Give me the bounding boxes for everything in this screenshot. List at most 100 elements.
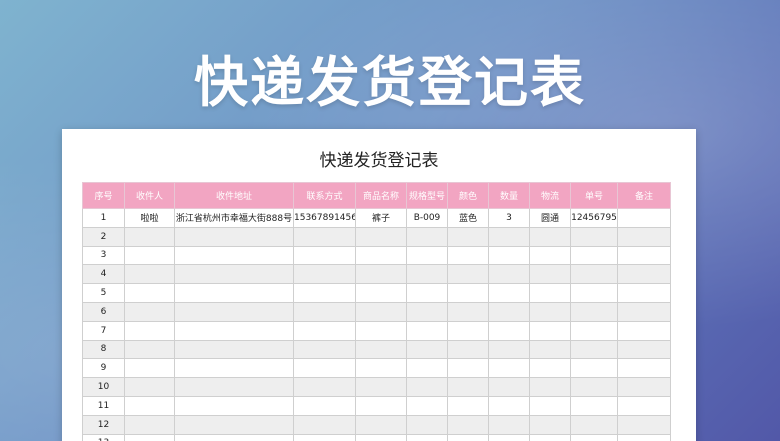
table-cell[interactable]: 9 <box>82 358 125 379</box>
table-cell[interactable] <box>355 301 407 322</box>
table-cell[interactable] <box>488 377 530 397</box>
table-cell[interactable] <box>293 433 356 441</box>
table-cell[interactable] <box>488 358 530 379</box>
table-cell[interactable] <box>406 226 448 247</box>
table-cell[interactable] <box>406 320 448 341</box>
table-cell[interactable] <box>529 377 571 397</box>
table-cell[interactable] <box>570 320 618 341</box>
table-cell[interactable] <box>355 320 407 341</box>
table-cell[interactable]: 11 <box>82 395 125 416</box>
table-cell[interactable] <box>617 301 671 322</box>
table-cell[interactable] <box>447 395 489 416</box>
table-cell[interactable] <box>529 358 571 379</box>
table-cell[interactable]: 2 <box>82 226 125 247</box>
table-cell[interactable] <box>447 377 489 397</box>
table-cell[interactable] <box>174 395 294 416</box>
table-cell[interactable] <box>570 395 618 416</box>
table-cell[interactable] <box>293 395 356 416</box>
table-cell[interactable]: 圆通 <box>529 208 571 228</box>
table-cell[interactable] <box>570 226 618 247</box>
table-cell[interactable] <box>570 264 618 285</box>
table-cell[interactable] <box>488 414 530 435</box>
table-cell[interactable] <box>488 226 530 247</box>
table-cell[interactable] <box>355 339 407 360</box>
table-cell[interactable]: B-009 <box>406 208 448 228</box>
table-cell[interactable] <box>488 264 530 285</box>
table-cell[interactable]: 15367891456 <box>293 208 356 228</box>
table-cell[interactable] <box>355 358 407 379</box>
table-cell[interactable] <box>570 245 618 266</box>
table-cell[interactable] <box>355 377 407 397</box>
table-cell[interactable] <box>570 301 618 322</box>
table-cell[interactable] <box>293 245 356 266</box>
table-cell[interactable]: 5 <box>82 283 125 303</box>
table-cell[interactable] <box>447 414 489 435</box>
table-cell[interactable] <box>529 414 571 435</box>
table-cell[interactable] <box>124 320 175 341</box>
table-cell[interactable] <box>174 320 294 341</box>
table-cell[interactable] <box>124 433 175 441</box>
table-cell[interactable] <box>447 433 489 441</box>
table-cell[interactable]: 6 <box>82 301 125 322</box>
table-cell[interactable] <box>529 245 571 266</box>
table-cell[interactable] <box>355 414 407 435</box>
table-cell[interactable] <box>124 283 175 303</box>
table-cell[interactable] <box>617 395 671 416</box>
table-cell[interactable]: 10 <box>82 377 125 397</box>
table-cell[interactable] <box>447 339 489 360</box>
table-cell[interactable]: 3 <box>488 208 530 228</box>
table-cell[interactable] <box>570 377 618 397</box>
table-cell[interactable]: 浙江省杭州市幸福大街888号 <box>174 208 294 228</box>
table-cell[interactable]: 4 <box>82 264 125 285</box>
table-cell[interactable] <box>355 433 407 441</box>
table-cell[interactable] <box>570 433 618 441</box>
table-cell[interactable] <box>406 395 448 416</box>
table-cell[interactable] <box>293 358 356 379</box>
table-cell[interactable] <box>174 283 294 303</box>
table-cell[interactable] <box>406 264 448 285</box>
table-cell[interactable] <box>293 226 356 247</box>
table-cell[interactable] <box>617 339 671 360</box>
table-cell[interactable] <box>355 226 407 247</box>
table-cell[interactable] <box>529 395 571 416</box>
table-cell[interactable]: 3 <box>82 245 125 266</box>
table-cell[interactable] <box>174 414 294 435</box>
table-cell[interactable] <box>124 395 175 416</box>
table-cell[interactable] <box>447 358 489 379</box>
table-cell[interactable] <box>406 433 448 441</box>
table-cell[interactable] <box>355 283 407 303</box>
table-cell[interactable] <box>617 245 671 266</box>
table-cell[interactable] <box>124 226 175 247</box>
table-cell[interactable]: 蓝色 <box>447 208 489 228</box>
table-cell[interactable] <box>124 264 175 285</box>
table-cell[interactable] <box>529 226 571 247</box>
table-cell[interactable] <box>488 395 530 416</box>
table-cell[interactable] <box>406 339 448 360</box>
table-cell[interactable]: 裤子 <box>355 208 407 228</box>
table-cell[interactable] <box>174 339 294 360</box>
table-cell[interactable] <box>529 264 571 285</box>
table-cell[interactable] <box>406 414 448 435</box>
table-cell[interactable] <box>293 264 356 285</box>
table-cell[interactable] <box>529 283 571 303</box>
table-cell[interactable]: 12 <box>82 414 125 435</box>
table-cell[interactable] <box>124 245 175 266</box>
table-cell[interactable] <box>174 301 294 322</box>
table-cell[interactable] <box>617 264 671 285</box>
table-cell[interactable] <box>529 301 571 322</box>
table-cell[interactable] <box>617 414 671 435</box>
table-cell[interactable] <box>406 245 448 266</box>
table-cell[interactable] <box>570 339 618 360</box>
table-cell[interactable] <box>406 283 448 303</box>
table-cell[interactable] <box>406 301 448 322</box>
table-cell[interactable] <box>293 377 356 397</box>
table-cell[interactable] <box>488 433 530 441</box>
table-cell[interactable] <box>124 358 175 379</box>
table-cell[interactable] <box>406 377 448 397</box>
table-cell[interactable] <box>447 245 489 266</box>
table-cell[interactable] <box>406 358 448 379</box>
table-cell[interactable] <box>488 320 530 341</box>
table-cell[interactable] <box>174 264 294 285</box>
table-cell[interactable] <box>174 358 294 379</box>
table-cell[interactable] <box>355 395 407 416</box>
